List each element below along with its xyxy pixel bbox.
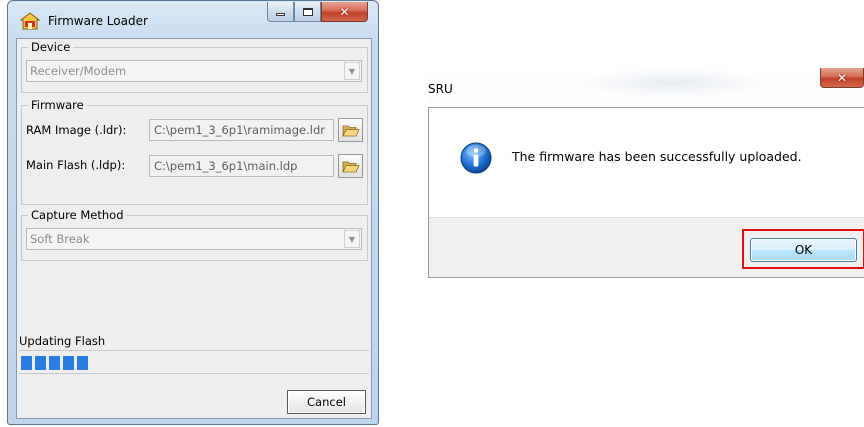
device-selected-value: Receiver/Modem bbox=[30, 64, 127, 78]
close-button[interactable]: ✕ bbox=[321, 2, 368, 22]
capture-method-legend: Capture Method bbox=[28, 208, 127, 222]
dialog-close-button[interactable]: ✕ bbox=[820, 68, 864, 88]
ram-image-path-field[interactable]: C:\pem1_3_6p1\ramimage.ldr bbox=[149, 119, 334, 141]
ram-image-browse-button[interactable] bbox=[338, 118, 363, 142]
window-client-area: Device Receiver/Modem ▼ Firmware RAM Ima… bbox=[16, 38, 372, 419]
device-legend: Device bbox=[28, 40, 74, 54]
folder-open-icon bbox=[341, 125, 360, 136]
progress-fill bbox=[21, 356, 90, 370]
dialog-message: The firmware has been successfully uploa… bbox=[512, 149, 802, 164]
progress-bar bbox=[19, 350, 369, 374]
cancel-button[interactable]: Cancel bbox=[287, 390, 366, 414]
ram-image-label: RAM Image (.ldr): bbox=[26, 123, 127, 137]
main-flash-label: Main Flash (.ldp): bbox=[26, 158, 126, 172]
folder-open-icon bbox=[341, 161, 360, 172]
device-combobox[interactable]: Receiver/Modem ▼ bbox=[26, 60, 362, 82]
main-flash-path-field[interactable]: C:\pem1_3_6p1\main.ldp bbox=[149, 155, 334, 177]
firmware-loader-window: Firmware Loader ✕ Device Receiver/Modem … bbox=[7, 0, 379, 425]
capture-method-group: Capture Method Soft Break ▼ bbox=[21, 208, 368, 261]
capture-method-selected-value: Soft Break bbox=[30, 232, 90, 246]
chevron-down-icon[interactable]: ▼ bbox=[344, 230, 360, 248]
firmware-legend: Firmware bbox=[28, 98, 87, 112]
dialog-title: SRU bbox=[428, 82, 453, 96]
close-icon: ✕ bbox=[836, 70, 848, 85]
title-bar[interactable]: Firmware Loader ✕ bbox=[8, 1, 378, 39]
dialog-body: The firmware has been successfully uploa… bbox=[428, 107, 864, 278]
ok-button[interactable]: OK bbox=[750, 238, 857, 262]
capture-method-combobox[interactable]: Soft Break ▼ bbox=[26, 228, 362, 250]
info-icon bbox=[460, 142, 492, 174]
firmware-group: Firmware RAM Image (.ldr): C:\pem1_3_6p1… bbox=[21, 98, 368, 205]
maximize-button[interactable] bbox=[294, 2, 321, 22]
minimize-icon bbox=[276, 13, 285, 16]
ok-button-highlight: OK bbox=[742, 229, 864, 269]
window-title: Firmware Loader bbox=[48, 14, 148, 28]
sru-dialog: SRU ✕ The firmware has been successfully… bbox=[428, 68, 864, 278]
house-icon bbox=[20, 12, 40, 30]
progress-status-label: Updating Flash bbox=[19, 334, 106, 348]
main-flash-browse-button[interactable] bbox=[338, 154, 363, 178]
maximize-icon bbox=[302, 7, 313, 16]
minimize-button[interactable] bbox=[267, 2, 294, 22]
chevron-down-icon[interactable]: ▼ bbox=[344, 62, 360, 80]
close-icon: ✕ bbox=[339, 4, 350, 19]
device-group: Device Receiver/Modem ▼ bbox=[21, 40, 368, 93]
dialog-footer: OK bbox=[429, 217, 864, 277]
